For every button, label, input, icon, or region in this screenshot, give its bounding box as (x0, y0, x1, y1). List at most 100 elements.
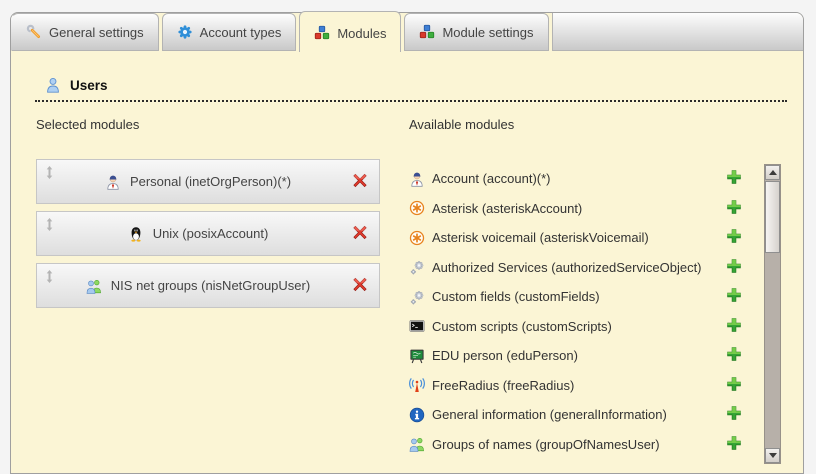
panel-content: Users Selected modules Available modules… (11, 51, 803, 473)
move-vertical-icon (45, 270, 54, 283)
selected-module-row-personal[interactable]: Personal (inetOrgPerson)(*) (36, 159, 380, 204)
tab-bar-filler (552, 13, 803, 51)
tux-icon (128, 226, 144, 242)
plus-icon (726, 169, 742, 185)
gear-gray-icon (409, 289, 425, 305)
available-module-label: General information (generalInformation) (432, 407, 667, 422)
available-module-row: Custom scripts (customScripts) (409, 312, 742, 342)
available-module-row: Groups of names (groupOfNamesUser) (409, 430, 742, 460)
tab-bar: General settings Account types Modules Modu… (11, 13, 803, 51)
add-module-button[interactable] (726, 346, 742, 365)
available-modules-scrollbar[interactable] (764, 164, 781, 464)
add-module-button[interactable] (726, 435, 742, 454)
scroll-down-icon (769, 453, 777, 458)
modules-icon (419, 24, 435, 40)
move-vertical-icon (45, 218, 54, 231)
available-module-label: Custom fields (customFields) (432, 289, 600, 304)
plus-icon (726, 317, 742, 333)
available-module-label: Groups of names (groupOfNamesUser) (432, 437, 660, 452)
available-module-label: FreeRadius (freeRadius) (432, 378, 574, 393)
terminal-icon (409, 318, 425, 334)
selected-module-row-nis[interactable]: NIS net groups (nisNetGroupUser) (36, 263, 380, 308)
available-module-row: Custom fields (customFields) (409, 282, 742, 312)
gear-gray-icon (409, 259, 425, 275)
add-module-button[interactable] (726, 405, 742, 424)
group-icon (86, 278, 102, 294)
available-module-row: Asterisk (asteriskAccount) (409, 194, 742, 224)
plus-icon (726, 199, 742, 215)
scroll-down-button[interactable] (765, 448, 780, 463)
delete-x-icon (352, 172, 368, 188)
add-module-button[interactable] (726, 228, 742, 247)
move-vertical-icon (45, 166, 54, 179)
plus-icon (726, 435, 742, 451)
plus-icon (726, 376, 742, 392)
selected-module-row-unix[interactable]: Unix (posixAccount) (36, 211, 380, 256)
tab-modules[interactable]: Modules (299, 11, 401, 52)
add-module-button[interactable] (726, 258, 742, 277)
plus-icon (726, 258, 742, 274)
person-icon (409, 171, 425, 187)
tab-label: Module settings (442, 25, 533, 40)
person-icon (105, 174, 121, 190)
selected-modules-list: Personal (inetOrgPerson)(*) Unix (posixAc… (36, 159, 380, 315)
available-module-row: EDU person (eduPerson) (409, 341, 742, 371)
remove-module-button[interactable] (352, 276, 368, 295)
add-module-button[interactable] (726, 199, 742, 218)
tab-module-settings[interactable]: Module settings (404, 13, 548, 51)
selected-module-label: Unix (posixAccount) (153, 226, 289, 241)
available-module-row: Account (account)(*) (409, 164, 742, 194)
available-module-label: Custom scripts (customScripts) (432, 319, 612, 334)
available-module-label: EDU person (eduPerson) (432, 348, 578, 363)
available-module-row: FreeRadius (freeRadius) (409, 371, 742, 401)
available-module-label: Asterisk (asteriskAccount) (432, 201, 582, 216)
delete-x-icon (352, 224, 368, 240)
plus-icon (726, 228, 742, 244)
gear-blue-icon (177, 24, 193, 40)
tab-account-types[interactable]: Account types (162, 13, 297, 51)
available-module-row: Asterisk voicemail (asteriskVoicemail) (409, 223, 742, 253)
available-module-label: Authorized Services (authorizedServiceOb… (432, 260, 702, 275)
modules-icon (314, 25, 330, 41)
drag-handle[interactable] (45, 166, 54, 182)
user-blue-icon (45, 77, 61, 93)
add-module-button[interactable] (726, 317, 742, 336)
available-modules-label: Available modules (409, 117, 514, 132)
settings-panel: General settings Account types Modules Modu… (10, 12, 804, 474)
drag-handle[interactable] (45, 270, 54, 286)
scrollbar-thumb[interactable] (765, 181, 780, 253)
tab-label: Account types (200, 25, 282, 40)
delete-x-icon (352, 276, 368, 292)
tab-general-settings[interactable]: General settings (11, 13, 159, 51)
plus-icon (726, 287, 742, 303)
add-module-button[interactable] (726, 376, 742, 395)
group-icon (409, 436, 425, 452)
available-module-label: Asterisk voicemail (asteriskVoicemail) (432, 230, 649, 245)
available-module-row: General information (generalInformation) (409, 400, 742, 430)
available-module-row: Authorized Services (authorizedServiceOb… (409, 253, 742, 283)
plus-icon (726, 346, 742, 362)
available-modules-list: Account (account)(*) Asterisk (asteriskAc… (409, 164, 742, 459)
asterisk-icon (409, 200, 425, 216)
asterisk-icon (409, 230, 425, 246)
scroll-up-button[interactable] (765, 165, 780, 180)
chalkboard-icon (409, 348, 425, 364)
selected-module-label: NIS net groups (nisNetGroupUser) (111, 278, 330, 293)
remove-module-button[interactable] (352, 172, 368, 191)
users-section-heading: Users (35, 77, 787, 102)
add-module-button[interactable] (726, 287, 742, 306)
tab-label: General settings (49, 25, 144, 40)
wrench-icon (26, 24, 42, 40)
info-icon (409, 407, 425, 423)
section-title: Users (70, 78, 108, 93)
available-module-label: Account (account)(*) (432, 171, 551, 186)
scroll-up-icon (769, 170, 777, 175)
add-module-button[interactable] (726, 169, 742, 188)
selected-modules-label: Selected modules (36, 117, 139, 132)
selected-module-label: Personal (inetOrgPerson)(*) (130, 174, 311, 189)
plus-icon (726, 405, 742, 421)
tab-label: Modules (337, 26, 386, 41)
remove-module-button[interactable] (352, 224, 368, 243)
antenna-icon (409, 377, 425, 393)
drag-handle[interactable] (45, 218, 54, 234)
